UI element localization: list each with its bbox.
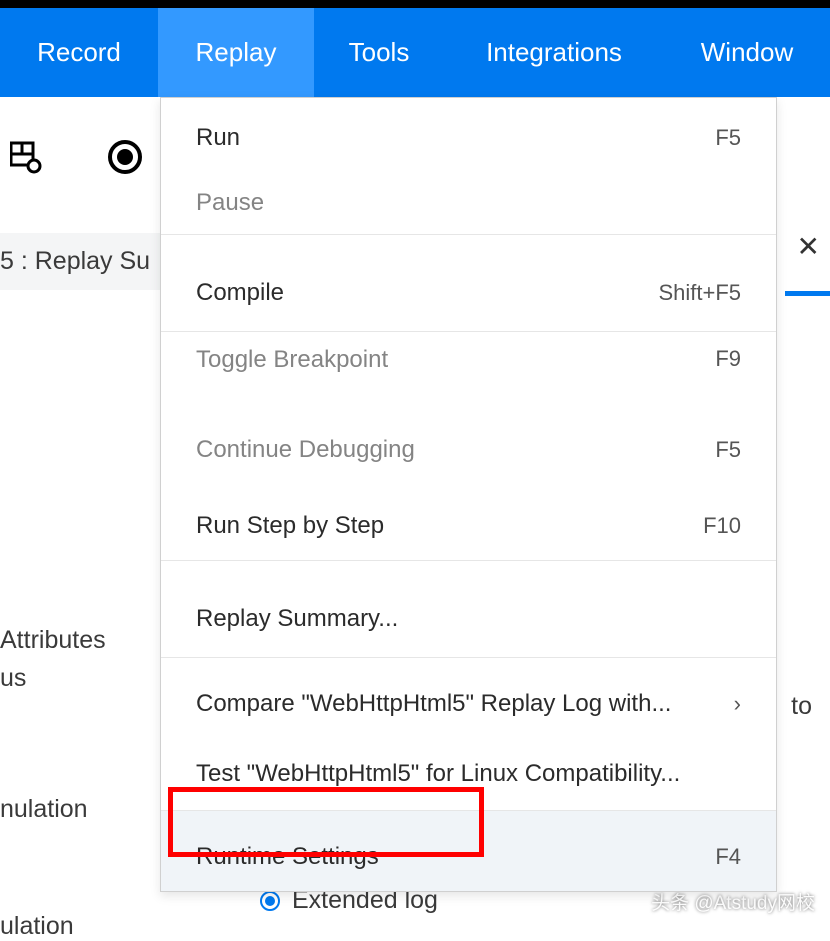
- menu-label: Run Step by Step: [196, 512, 384, 540]
- chevron-right-icon: ›: [734, 691, 741, 717]
- menu-item-replay-summary[interactable]: Replay Summary...: [161, 561, 776, 657]
- menubar: Record Replay Tools Integrations Window: [0, 8, 830, 97]
- tab-underline: [785, 291, 830, 296]
- menubar-tools[interactable]: Tools: [314, 8, 444, 97]
- menu-item-test-linux[interactable]: Test "WebHttpHtml5" for Linux Compatibil…: [161, 738, 776, 810]
- menu-label: Compile: [196, 279, 284, 307]
- menu-shortcut: F5: [715, 125, 741, 151]
- menu-shortcut: F5: [715, 437, 741, 463]
- menu-item-run[interactable]: Run F5: [161, 98, 776, 172]
- radio-icon: [260, 891, 280, 911]
- menubar-integrations[interactable]: Integrations: [444, 8, 664, 97]
- menu-item-compare[interactable]: Compare "WebHttpHtml5" Replay Log with..…: [161, 658, 776, 738]
- menu-item-run-step[interactable]: Run Step by Step F10: [161, 480, 776, 560]
- menu-shortcut: F10: [703, 513, 741, 539]
- menu-label: Runtime Settings: [196, 843, 379, 871]
- menu-item-toggle-breakpoint[interactable]: Toggle Breakpoint F9: [161, 332, 776, 420]
- nulation-text: nulation: [0, 795, 88, 824]
- layout-icon[interactable]: [8, 138, 46, 176]
- menu-item-compile[interactable]: Compile Shift+F5: [161, 235, 776, 331]
- menu-label: Toggle Breakpoint: [196, 346, 388, 374]
- replay-dropdown-menu: Run F5 Pause Compile Shift+F5 Toggle Bre…: [160, 97, 777, 892]
- close-icon[interactable]: ✕: [797, 230, 820, 263]
- menubar-record[interactable]: Record: [0, 8, 158, 97]
- menu-item-runtime-settings[interactable]: Runtime Settings F4: [161, 811, 776, 891]
- menu-label: Continue Debugging: [196, 436, 415, 464]
- menu-label: Run: [196, 124, 240, 152]
- menu-label: Test "WebHttpHtml5" for Linux Compatibil…: [196, 760, 680, 788]
- menu-item-continue-debugging[interactable]: Continue Debugging F5: [161, 420, 776, 480]
- to-text: to: [791, 692, 812, 721]
- ulation-text: ulation: [0, 912, 74, 941]
- attributes-line2: us: [0, 664, 26, 692]
- menubar-replay[interactable]: Replay: [158, 8, 314, 97]
- attributes-text: Attributes us: [0, 621, 106, 697]
- attributes-line1: Attributes: [0, 626, 106, 654]
- menu-shortcut: F9: [715, 346, 741, 372]
- menubar-window[interactable]: Window: [664, 8, 830, 97]
- menu-label: Compare "WebHttpHtml5" Replay Log with..…: [196, 690, 671, 718]
- watermark: 头条 @Atstudy网校: [651, 888, 815, 915]
- replay-summary-partial: 5 : Replay Su: [0, 233, 160, 290]
- menu-label: Replay Summary...: [196, 605, 398, 633]
- menu-item-pause[interactable]: Pause: [161, 172, 776, 234]
- record-icon[interactable]: [106, 138, 144, 176]
- menu-label: Pause: [196, 189, 264, 217]
- menu-shortcut: F4: [715, 844, 741, 870]
- menu-shortcut: Shift+F5: [658, 280, 741, 306]
- window-top-bar: [0, 0, 830, 8]
